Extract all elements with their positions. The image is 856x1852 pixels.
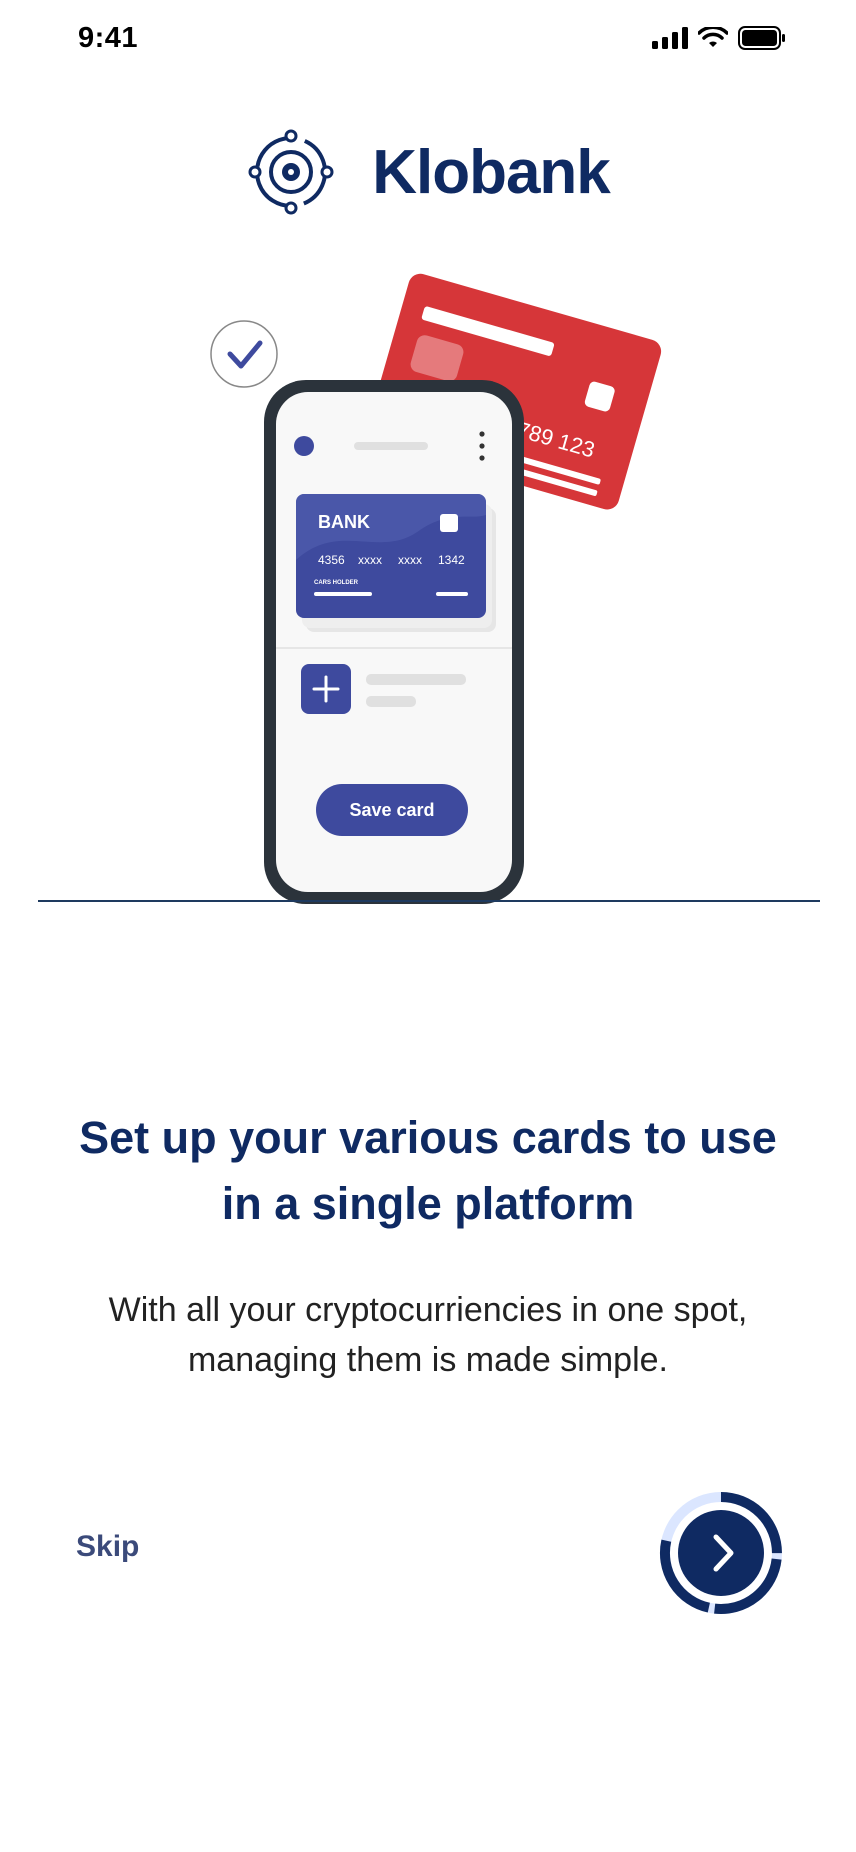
card-number-4: 1342	[438, 553, 465, 567]
save-card-button: Save card	[316, 784, 468, 836]
card-holder-label: CARS HOLDER	[314, 580, 359, 586]
brand-logo: Klobank	[0, 122, 856, 222]
onboarding-subtext: With all your cryptocurriencies in one s…	[108, 1291, 748, 1379]
next-button[interactable]	[658, 1490, 784, 1616]
onboarding-headline: Set up your various cards to use in a si…	[79, 1112, 777, 1229]
klobank-logo-icon	[248, 129, 334, 215]
signal-icon	[652, 27, 688, 49]
card-number-3: xxxx	[398, 553, 422, 567]
illustration-divider	[38, 900, 820, 902]
brand-name: Klobank	[372, 137, 611, 207]
skip-button[interactable]: Skip	[76, 1530, 139, 1564]
card-number-1: 4356	[318, 553, 345, 567]
battery-icon	[738, 26, 785, 50]
status-time: 9:41	[78, 22, 139, 54]
status-icons	[652, 26, 786, 50]
card-number-2: xxxx	[358, 553, 382, 567]
bank-card-label: BANK	[318, 512, 370, 532]
wifi-icon	[698, 27, 728, 47]
check-badge-icon	[210, 320, 278, 388]
